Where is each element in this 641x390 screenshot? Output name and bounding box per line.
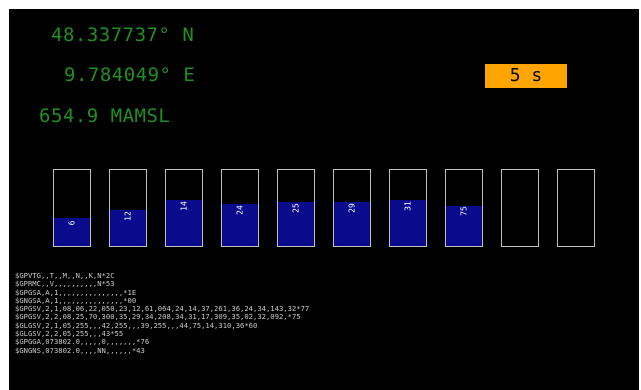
satellite-bar: 12 bbox=[109, 169, 147, 247]
satellite-bar-label: 24 bbox=[235, 204, 245, 215]
satellite-bar-label: 29 bbox=[347, 202, 357, 213]
satellite-bar-label: 6 bbox=[67, 220, 77, 226]
nmea-line: $GNGNS,073802.0,,,,NN,,,,,,*43 bbox=[15, 345, 145, 355]
satellite-bar: 14 bbox=[165, 169, 203, 247]
satellite-bar: 29 bbox=[333, 169, 371, 247]
satellite-bar: 6 bbox=[53, 169, 91, 247]
satellite-bar-label: 12 bbox=[123, 210, 133, 221]
satellite-bar-label: 25 bbox=[291, 202, 301, 213]
satellite-bar: 25 bbox=[277, 169, 315, 247]
satellite-bar: 31 bbox=[389, 169, 427, 247]
satellite-bar bbox=[557, 169, 595, 247]
nmea-log: $GPVTG,,T,,M,,N,,K,N*2C $GPRMC,,V,,,,,,,,… bbox=[15, 271, 309, 355]
satellite-bar bbox=[501, 169, 539, 247]
satellite-bar-label: 75 bbox=[459, 206, 469, 217]
satellite-bar: 75 bbox=[445, 169, 483, 247]
satellite-bar: 24 bbox=[221, 169, 259, 247]
gps-status-screen: 48.337737° N 9.784049° E 654.9 MAMSL 5 s… bbox=[9, 9, 639, 390]
satellite-bar-label: 31 bbox=[403, 201, 413, 211]
satellite-bar-label: 14 bbox=[179, 201, 189, 211]
